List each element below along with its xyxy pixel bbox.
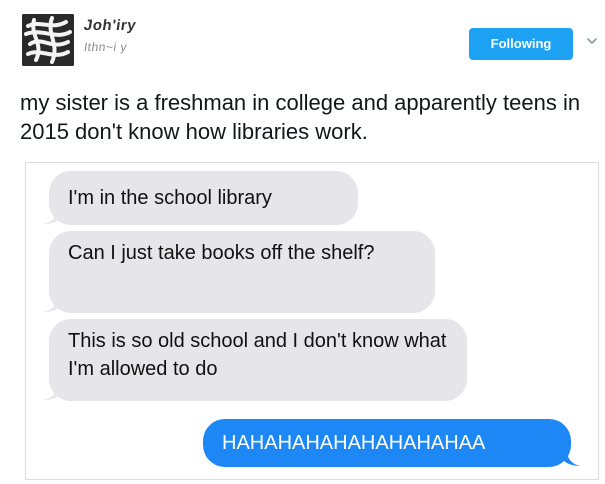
message-bubble-incoming: This is so old school and I don't know w… [49, 319, 467, 401]
message-bubble-outgoing: HAHAHAHAHAHAHAHAHAA [203, 419, 571, 467]
user-handle[interactable]: Ithn~i y [83, 40, 128, 54]
bubble-tail [563, 451, 581, 466]
tweet-header: Joh'iry Ithn~i y Following [0, 0, 605, 80]
bubble-tail [43, 297, 61, 312]
following-button[interactable]: Following [469, 28, 573, 60]
user-display-name[interactable]: Joh'iry [83, 17, 137, 34]
chevron-down-icon[interactable] [586, 34, 598, 46]
bubble-tail [43, 209, 61, 224]
avatar[interactable] [22, 14, 74, 66]
message-bubble-incoming: I'm in the school library [49, 171, 358, 225]
scribbled-avatar-image [22, 14, 74, 66]
attached-screenshot[interactable]: I'm in the school library Can I just tak… [25, 162, 599, 480]
message-bubble-incoming: Can I just take books off the shelf? [49, 231, 435, 313]
bubble-tail [43, 385, 61, 400]
tweet-text: my sister is a freshman in college and a… [20, 90, 581, 144]
